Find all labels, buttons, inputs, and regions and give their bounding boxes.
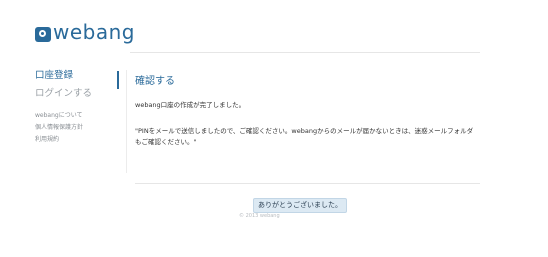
sidebar-divider: [126, 70, 127, 173]
sidebar-sub-links: webangについて 個人情報保護方針 利用規約: [35, 110, 120, 146]
logo[interactable]: webang: [35, 22, 136, 42]
sidebar-item-account-registration[interactable]: 口座登録: [35, 70, 120, 82]
sidebar-item-login[interactable]: ログインする: [35, 88, 120, 100]
page-title: 確認する: [135, 76, 175, 87]
pin-email-note: "PINをメールで送信しましたので、ご確認ください。webangからのメールが届…: [135, 127, 474, 146]
link-about-webang[interactable]: webangについて: [35, 110, 120, 122]
logo-text: webang: [53, 20, 135, 44]
header-divider: [130, 52, 480, 53]
thank-you-button[interactable]: ありがとうございました。: [253, 198, 347, 213]
link-privacy-policy[interactable]: 個人情報保護方針: [35, 122, 120, 134]
main-content: 確認する webang口座の作成が完了しました。 "PINをメールで送信しました…: [135, 72, 485, 148]
link-terms-of-use[interactable]: 利用規約: [35, 134, 120, 146]
sidebar: 口座登録 ログインする webangについて 個人情報保護方針 利用規約: [35, 70, 120, 146]
active-indicator: [117, 71, 119, 89]
page: webang 口座登録 ログインする webangについて 個人情報保護方針 利…: [0, 0, 548, 257]
footer-divider: [135, 183, 480, 184]
completion-message: webang口座の作成が完了しました。: [135, 101, 246, 109]
logo-icon: [35, 27, 51, 42]
copyright-text: © 2013 webang: [239, 213, 280, 219]
